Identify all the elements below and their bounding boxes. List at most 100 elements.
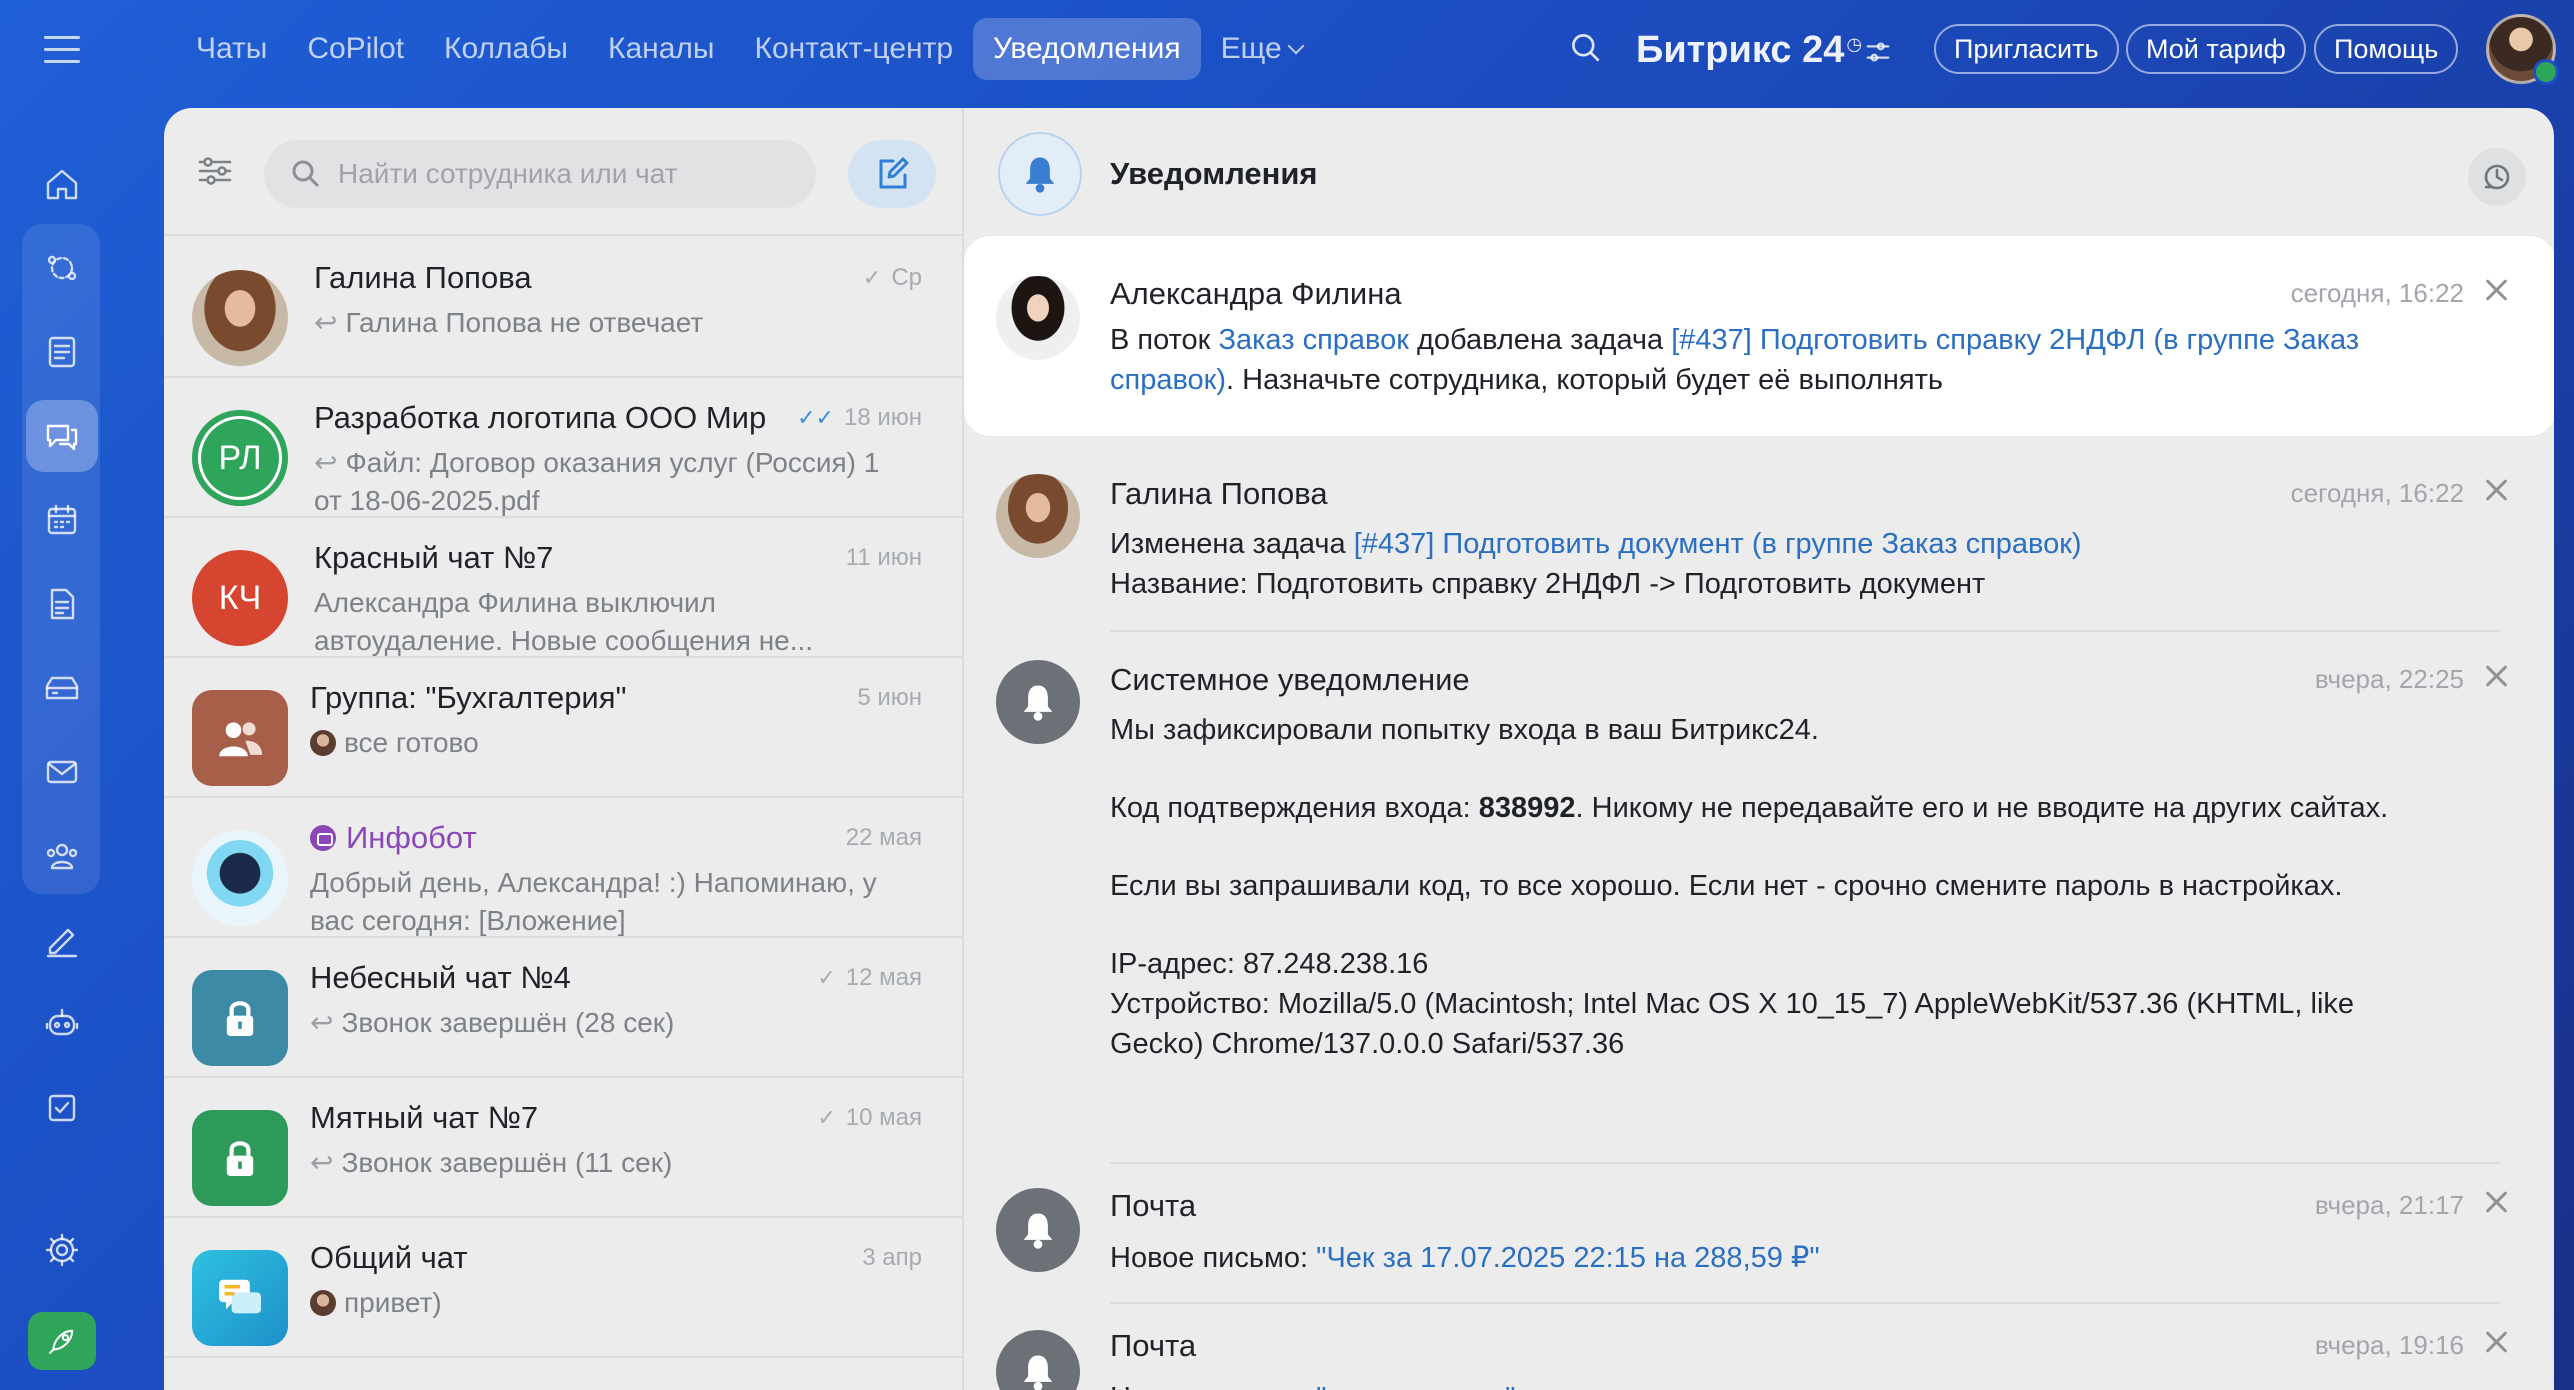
group-icon [219,722,263,757]
ip-address: IP-адрес: 87.248.238.16 [1110,948,1429,980]
chat-title: Общий чат [310,1240,468,1275]
chat-preview: ↩ Галина Попова не отвечает [314,304,894,342]
close-icon[interactable] [2482,276,2510,304]
nav-contact-center[interactable]: Контакт-центр [734,18,973,80]
chat-item[interactable]: Группа: "Бухгалтерия" 5 июн все готово [164,658,962,798]
lock-icon [226,1141,254,1176]
chat-title: Разработка логотипа ООО Мир [314,400,767,435]
rocket-icon[interactable] [28,1312,96,1370]
chat-item[interactable]: КЧ Красный чат №7 11 июн Александра Фили… [164,518,962,658]
nav-copilot[interactable]: CoPilot [287,18,424,80]
chat-preview: Александра Филина выключил автоудаление.… [314,587,814,656]
new-chat-button[interactable] [848,140,936,208]
notification-item[interactable]: Почта вчера, 19:16 Новое письмо: "гость … [964,1304,2554,1390]
notification-item[interactable]: Системное уведомление вчера, 22:25 Мы за… [964,632,2554,1164]
tasks-icon[interactable] [26,316,98,388]
group-avatar [192,690,288,786]
filter-icon[interactable] [194,150,238,194]
search-input[interactable] [338,140,798,208]
menu-icon[interactable] [44,36,80,66]
private-chat-avatar [192,970,288,1066]
chat-icon[interactable] [26,400,98,472]
nav-channels[interactable]: Каналы [588,18,734,80]
bot-icon[interactable] [26,988,98,1060]
chat-date: ✓ Ср [863,264,922,292]
brand-logo[interactable]: Битрикс 24 ◷ [1636,24,1862,76]
close-icon[interactable] [2482,476,2510,504]
lock-icon [226,1001,254,1036]
mail-link[interactable]: "гость в ленте" [1316,1382,1515,1390]
avatar: КЧ [192,550,288,646]
gear-icon[interactable] [26,1214,98,1286]
brand-name: Битрикс 24 [1636,29,1845,71]
search-icon[interactable] [1568,30,1608,70]
bot-avatar [192,830,288,926]
mail-icon[interactable] [26,736,98,808]
notification-item[interactable]: Александра Филина сегодня, 16:22 В поток… [964,236,2554,436]
chat-title: Инфобот [310,820,477,856]
nav-collabs[interactable]: Коллабы [424,18,588,80]
chat-title-text: Инфобот [346,820,477,855]
feed-icon[interactable] [26,232,98,304]
history-button[interactable] [2468,148,2526,206]
settings-sliders-icon[interactable] [1864,38,1894,68]
reply-arrow-icon: ↩ [314,447,338,478]
tariff-button[interactable]: Мой тариф [2126,24,2306,74]
chat-list-header [164,108,962,236]
chat-item[interactable]: Инфобот 22 мая Добрый день, Александра! … [164,798,962,938]
flow-link[interactable]: Заказ справок [1218,324,1408,356]
notification-item[interactable]: Почта вчера, 21:17 Новое письмо: "Чек за… [964,1164,2554,1304]
close-icon[interactable] [2482,662,2510,690]
close-icon[interactable] [2482,1188,2510,1216]
chat-date: 5 июн [857,684,922,711]
chat-item[interactable]: Галина Попова ✓ Ср ↩ Галина Попова не отве… [164,238,962,378]
nav-chats[interactable]: Чаты [176,18,287,80]
notification-item[interactable]: Галина Попова сегодня, 16:22 Изменена за… [964,454,2554,632]
chat-item[interactable]: Общий чат 3 апр привет) [164,1218,962,1358]
sign-icon[interactable] [26,904,98,976]
chat-item[interactable]: Небесный чат №4 ✓ 12 мая ↩ Звонок завершён… [164,938,962,1078]
chat-item[interactable]: Мятный чат №7 ✓ 10 мая ↩ Звонок завершён (… [164,1078,962,1218]
chat-preview: ↩ Файл: Договор оказания услуг (Россия) 1… [314,444,894,520]
chat-preview-text: все готово [344,727,479,758]
task-link[interactable]: [#437] Подготовить документ (в группе За… [1354,528,2082,560]
search-field [264,140,816,208]
chat-title: Красный чат №7 [314,540,554,575]
chat-list-panel: Галина Попова ✓Ср ↩Галина Попова не отве… [164,108,962,1390]
mail-avatar [996,1330,1080,1390]
user-avatar[interactable] [2486,14,2559,85]
text-segment: Код подтверждения входа: [1110,792,1479,824]
chat-date: 3 апр [862,1244,922,1271]
invite-button[interactable]: Пригласить [1934,24,2119,74]
chat-item[interactable]: РЛ Разработка логотипа ООО Мир ✓✓ 18 июн … [164,378,962,518]
close-icon[interactable] [2482,1328,2510,1356]
mail-link[interactable]: "Чек за 17.07.2025 22:15 на 288,59 ₽" [1316,1242,1820,1274]
search-icon [292,160,320,188]
chat-preview-text: Галина Попова не отвечает [345,307,704,338]
docs-icon[interactable] [26,568,98,640]
nav-notifications[interactable]: Уведомления [973,18,1201,80]
check-icon: ✓ [817,965,836,990]
chat-preview-text: Звонок завершён (28 сек) [341,1007,675,1038]
notifications-header: Уведомления [964,108,2554,236]
top-nav: Чаты CoPilot Коллабы Каналы Контакт-цент… [176,18,1322,80]
chat-preview: привет) [310,1284,890,1322]
notifications-panel: Уведомления Александра Филина сегодня, 1… [962,108,2554,1390]
notification-author: Почта [1110,1328,1197,1363]
avatar-initials: РЛ [218,438,262,477]
avatar [996,276,1080,360]
help-button[interactable]: Помощь [2314,24,2459,74]
chat-date-text: 10 мая [845,1104,922,1131]
chevron-down-icon [1287,37,1305,55]
page-title: Уведомления [1110,156,1318,191]
chat-preview: все готово [310,724,890,762]
chat-title: Небесный чат №4 [310,960,571,995]
crm-icon[interactable] [26,652,98,724]
home-icon[interactable] [26,148,98,220]
calendar-icon[interactable] [26,484,98,556]
nav-more[interactable]: Еще [1201,18,1322,80]
avatar [192,270,288,366]
checklist-icon[interactable] [26,1072,98,1144]
team-icon[interactable] [26,820,98,892]
chat-date-text: 18 июн [843,404,922,431]
